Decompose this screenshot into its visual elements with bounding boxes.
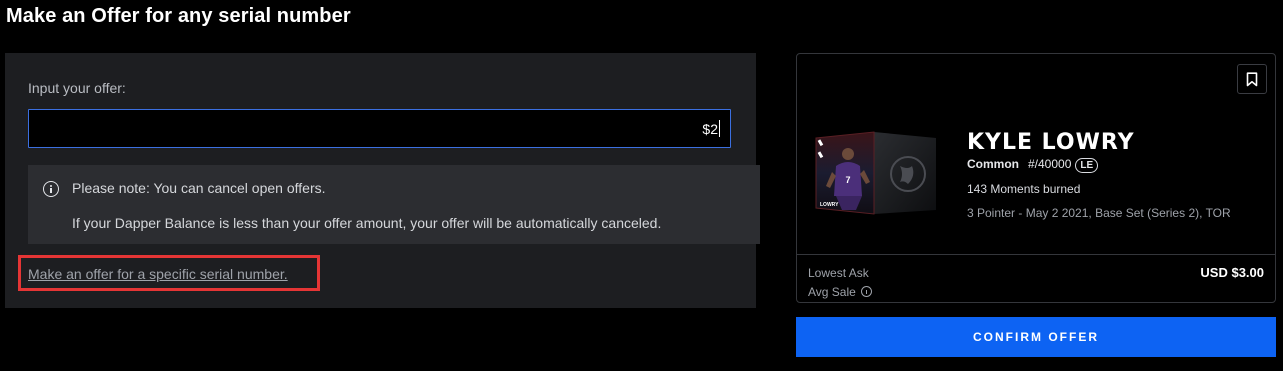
offer-amount-value: $2 [702, 121, 718, 137]
card-jersey-number: 7 [845, 175, 850, 185]
offer-input-label: Input your offer: [28, 80, 126, 96]
card-divider [797, 254, 1275, 255]
note-balance-text: If your Dapper Balance is less than your… [72, 215, 662, 231]
specific-serial-offer-link[interactable]: Make an offer for a specific serial numb… [28, 266, 288, 282]
tier-row: Common #/40000 LE [967, 157, 1099, 173]
info-icon [43, 181, 59, 197]
moment-card: 7 LOWRY KYLE LOWRY Common #/40000 LE 143 M… [796, 53, 1276, 303]
avg-sale-label: Avg Sale [808, 285, 856, 299]
player-name: KYLE LOWRY [967, 130, 1135, 155]
offer-note-box: Please note: You can cancel open offers.… [28, 165, 760, 244]
limited-edition-badge: LE [1075, 158, 1099, 173]
moment-card-art: 7 LOWRY [812, 126, 937, 218]
card-player-tag: LOWRY [820, 202, 839, 208]
tier-label: Common [967, 157, 1019, 171]
moments-burned: 143 Moments burned [967, 182, 1081, 196]
specific-serial-link-highlight: Make an offer for a specific serial numb… [18, 255, 320, 291]
text-caret [719, 120, 720, 137]
offer-panel: Input your offer: $2 Please note: You ca… [5, 53, 760, 308]
note-cancel-text: Please note: You can cancel open offers. [72, 180, 326, 196]
lowest-ask-label: Lowest Ask [808, 266, 869, 280]
serial-number: #/40000 [1028, 157, 1072, 171]
offer-amount-input[interactable]: $2 [28, 109, 731, 148]
confirm-offer-button[interactable]: CONFIRM OFFER [796, 317, 1276, 357]
avg-sale-row: Avg Sale [808, 285, 873, 299]
info-icon[interactable] [861, 286, 873, 297]
lowest-ask-value: USD $3.00 [1200, 265, 1264, 280]
bookmark-icon [1246, 72, 1258, 87]
play-info: 3 Pointer - May 2 2021, Base Set (Series… [967, 206, 1231, 220]
bookmark-button[interactable] [1237, 64, 1267, 94]
page-title: Make an Offer for any serial number [6, 5, 351, 27]
